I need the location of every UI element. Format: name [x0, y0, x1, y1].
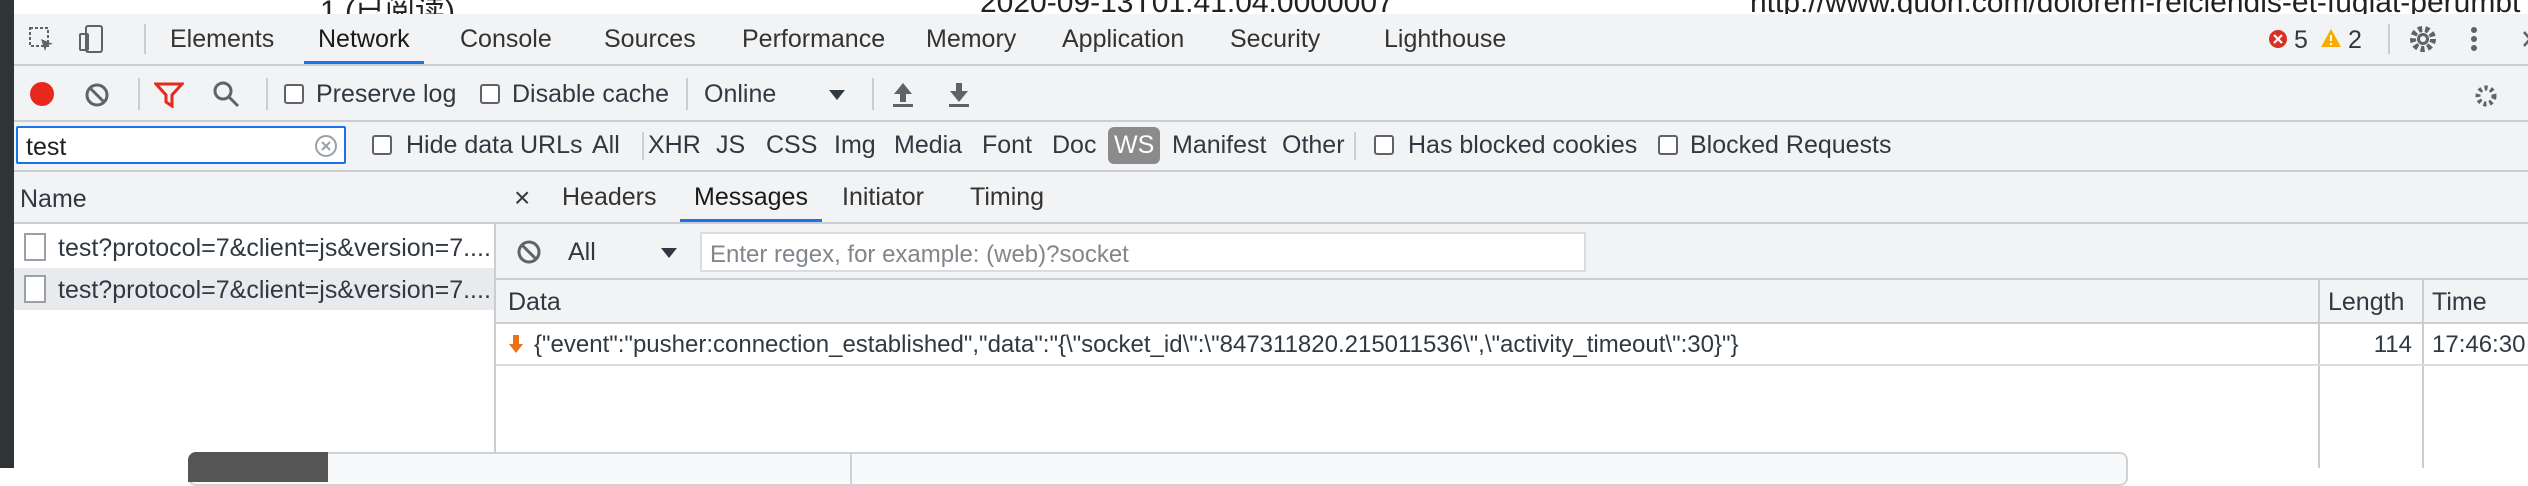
network-filter-bar: test Hide data URLs All XHR JS CSS Img M… — [14, 122, 2528, 172]
background-text-mid: 2020-09-13T01:41:04.0000007 — [980, 0, 1394, 14]
messages-filter-bar: All Enter regex, for example: (web)?sock… — [496, 224, 2528, 280]
file-icon — [24, 233, 46, 261]
warning-count[interactable]: 2 — [2348, 26, 2362, 55]
tab-timing[interactable]: Timing — [956, 172, 1058, 222]
message-time: 17:46:30 — [2432, 331, 2526, 358]
tab-application[interactable]: Application — [1048, 14, 1198, 64]
blocked-requests-label: Blocked Requests — [1690, 131, 1892, 159]
tab-sources[interactable]: Sources — [590, 14, 710, 64]
request-name: test?protocol=7&client=js&version=7.... — [58, 234, 491, 262]
chevron-down-icon[interactable] — [660, 246, 678, 264]
blocked-requests-checkbox[interactable] — [1658, 135, 1678, 155]
name-column-header[interactable]: Name — [20, 185, 87, 214]
device-toolbar-icon[interactable] — [78, 24, 104, 59]
message-data: {"event":"pusher:connection_established"… — [534, 331, 1739, 358]
filter-input[interactable]: test — [16, 126, 346, 164]
settings-gear-icon[interactable] — [2408, 24, 2438, 59]
filter-input-value: test — [26, 133, 67, 161]
record-icon[interactable] — [28, 80, 56, 113]
length-column-header[interactable]: Length — [2328, 288, 2404, 317]
export-har-icon[interactable] — [946, 80, 972, 113]
type-filter-js[interactable]: JS — [716, 131, 745, 160]
tab-security[interactable]: Security — [1216, 14, 1334, 64]
request-detail-tabs: × Headers Messages Initiator Timing — [496, 172, 2528, 224]
tab-console[interactable]: Console — [446, 14, 566, 64]
disable-cache-checkbox[interactable] — [480, 84, 500, 104]
tab-elements[interactable]: Elements — [156, 14, 288, 64]
message-row[interactable]: {"event":"pusher:connection_established"… — [496, 324, 2528, 366]
request-name: test?protocol=7&client=js&version=7.... — [58, 276, 491, 304]
background-text-left: 1 (已阅读) — [320, 0, 455, 14]
error-count[interactable]: 5 — [2294, 26, 2308, 55]
tab-headers[interactable]: Headers — [548, 172, 671, 222]
tab-lighthouse[interactable]: Lighthouse — [1370, 14, 1520, 64]
time-column-header[interactable]: Time — [2432, 288, 2487, 317]
devtools-tab-bar: Elements Network Console Sources Perform… — [14, 14, 2528, 66]
network-toolbar: Preserve log Disable cache Online — [14, 66, 2528, 122]
more-options-icon[interactable] — [2470, 26, 2478, 57]
tab-performance[interactable]: Performance — [728, 14, 899, 64]
tab-memory[interactable]: Memory — [912, 14, 1030, 64]
messages-table: {"event":"pusher:connection_established"… — [496, 324, 2528, 468]
messages-table-header: Data Length Time — [496, 280, 2528, 324]
network-settings-gear-icon[interactable] — [2474, 84, 2498, 113]
type-filter-media[interactable]: Media — [894, 131, 962, 160]
tab-messages[interactable]: Messages — [680, 172, 822, 222]
message-type-select[interactable]: All — [568, 238, 596, 267]
background-text-right: http://www.quon.com/dolorem-reiciendis-e… — [1750, 0, 2520, 14]
close-detail-icon[interactable]: × — [514, 182, 530, 214]
request-list-header[interactable]: Name — [14, 172, 496, 224]
overlay-window-edge — [188, 452, 2128, 486]
file-icon — [24, 275, 46, 303]
filter-icon[interactable] — [152, 82, 186, 113]
arrow-down-received-icon — [508, 334, 524, 359]
import-har-icon[interactable] — [890, 80, 916, 113]
close-devtools-icon[interactable] — [2520, 26, 2528, 57]
disable-cache-label: Disable cache — [512, 80, 670, 108]
clear-icon[interactable] — [84, 82, 110, 113]
warning-icon[interactable] — [2320, 28, 2342, 53]
type-filter-xhr[interactable]: XHR — [648, 131, 701, 160]
has-blocked-cookies-checkbox[interactable] — [1374, 135, 1394, 155]
hide-data-urls-label: Hide data URLs — [406, 131, 583, 159]
clear-messages-icon[interactable] — [516, 239, 542, 270]
type-filter-manifest[interactable]: Manifest — [1172, 131, 1266, 160]
throttling-select[interactable]: Online — [704, 80, 776, 109]
search-icon[interactable] — [212, 80, 240, 113]
chevron-down-icon[interactable] — [828, 88, 846, 106]
tab-initiator[interactable]: Initiator — [828, 172, 938, 222]
request-row[interactable]: test?protocol=7&client=js&version=7.... — [14, 226, 494, 268]
overlay-window-tab — [188, 452, 328, 482]
request-row-selected[interactable]: test?protocol=7&client=js&version=7.... — [14, 268, 494, 310]
type-filter-font[interactable]: Font — [982, 131, 1032, 160]
message-length: 114 — [2373, 331, 2412, 358]
window-edge — [0, 0, 14, 468]
error-icon[interactable] — [2268, 29, 2288, 54]
data-column-header[interactable]: Data — [508, 288, 561, 317]
type-filter-other[interactable]: Other — [1282, 131, 1345, 160]
clear-filter-icon[interactable] — [314, 134, 338, 163]
type-filter-img[interactable]: Img — [834, 131, 876, 160]
has-blocked-cookies-label: Has blocked cookies — [1408, 131, 1638, 159]
preserve-log-checkbox[interactable] — [284, 84, 304, 104]
hide-data-urls-checkbox[interactable] — [372, 135, 392, 155]
inspect-element-icon[interactable] — [28, 26, 56, 59]
type-filter-all[interactable]: All — [592, 131, 620, 160]
preserve-log-label: Preserve log — [316, 80, 457, 108]
message-regex-placeholder: Enter regex, for example: (web)?socket — [710, 241, 1129, 268]
tab-network[interactable]: Network — [304, 14, 424, 64]
message-regex-input[interactable]: Enter regex, for example: (web)?socket — [700, 232, 1586, 272]
type-filter-css[interactable]: CSS — [766, 131, 817, 160]
background-page-strip: 1 (已阅读) 2020-09-13T01:41:04.0000007 http… — [0, 0, 2528, 14]
type-filter-ws[interactable]: WS — [1108, 127, 1161, 164]
type-filter-doc[interactable]: Doc — [1052, 131, 1096, 160]
